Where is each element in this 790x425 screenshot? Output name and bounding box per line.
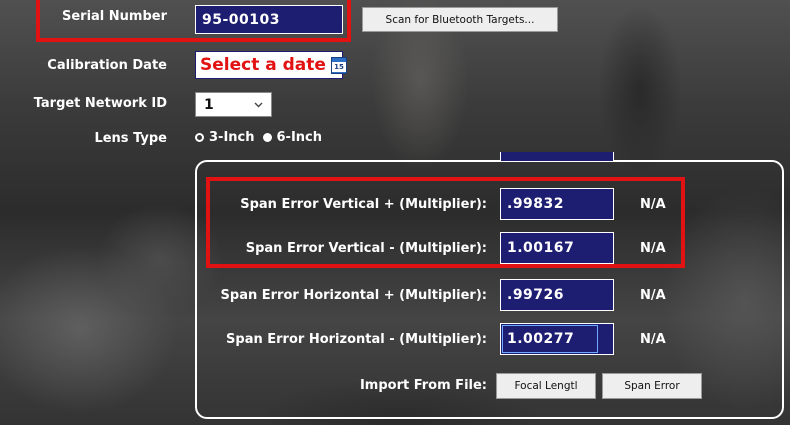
import-focal-length-button[interactable]: Focal Lengtl [496, 373, 596, 399]
calendar-icon[interactable]: 15 [330, 56, 347, 74]
span-vertical-plus-label: Span Error Vertical + (Multiplier): [240, 197, 487, 212]
lens-6inch-label: 6-Inch [276, 130, 323, 145]
calibration-date-field[interactable]: Select a date 15 [195, 51, 347, 79]
import-span-error-button[interactable]: Span Error [602, 373, 702, 399]
target-network-label: Target Network ID [33, 96, 167, 111]
span-vertical-minus-status: N/A [640, 241, 666, 256]
serial-number-label: Serial Number [61, 9, 167, 24]
span-vertical-minus-label: Span Error Vertical - (Multiplier): [245, 241, 487, 256]
span-vertical-minus-field[interactable]: 1.00167 [500, 232, 614, 264]
span-horizontal-minus-status: N/A [640, 332, 666, 347]
span-horizontal-plus-field[interactable]: .99726 [500, 279, 614, 311]
scan-bluetooth-button[interactable]: Scan for Bluetooth Targets... [362, 7, 558, 32]
span-horizontal-minus-label: Span Error Horizontal - (Multiplier): [226, 332, 487, 347]
partial-field-top [500, 152, 614, 162]
lens-type-label: Lens Type [94, 131, 167, 146]
span-horizontal-plus-status: N/A [640, 288, 666, 303]
calibration-date-label: Calibration Date [47, 58, 167, 73]
chevron-down-icon [254, 102, 263, 107]
lens-3inch-radio[interactable] [195, 133, 204, 142]
calibration-date-placeholder: Select a date [200, 55, 326, 75]
span-vertical-plus-status: N/A [640, 197, 666, 212]
span-vertical-plus-field[interactable]: .99832 [500, 188, 614, 220]
target-network-value: 1 [204, 96, 214, 113]
import-from-file-label: Import From File: [359, 378, 487, 393]
focused-input-outline [502, 325, 598, 353]
span-horizontal-plus-label: Span Error Horizontal + (Multiplier): [220, 288, 487, 303]
lens-type-options: 3-Inch 6-Inch [195, 130, 322, 145]
target-network-select[interactable]: 1 [195, 92, 272, 117]
lens-6inch-radio[interactable] [262, 133, 272, 142]
lens-3inch-label: 3-Inch [209, 130, 255, 145]
calendar-day: 15 [331, 61, 346, 72]
serial-number-field[interactable]: 95-00103 [195, 5, 343, 34]
